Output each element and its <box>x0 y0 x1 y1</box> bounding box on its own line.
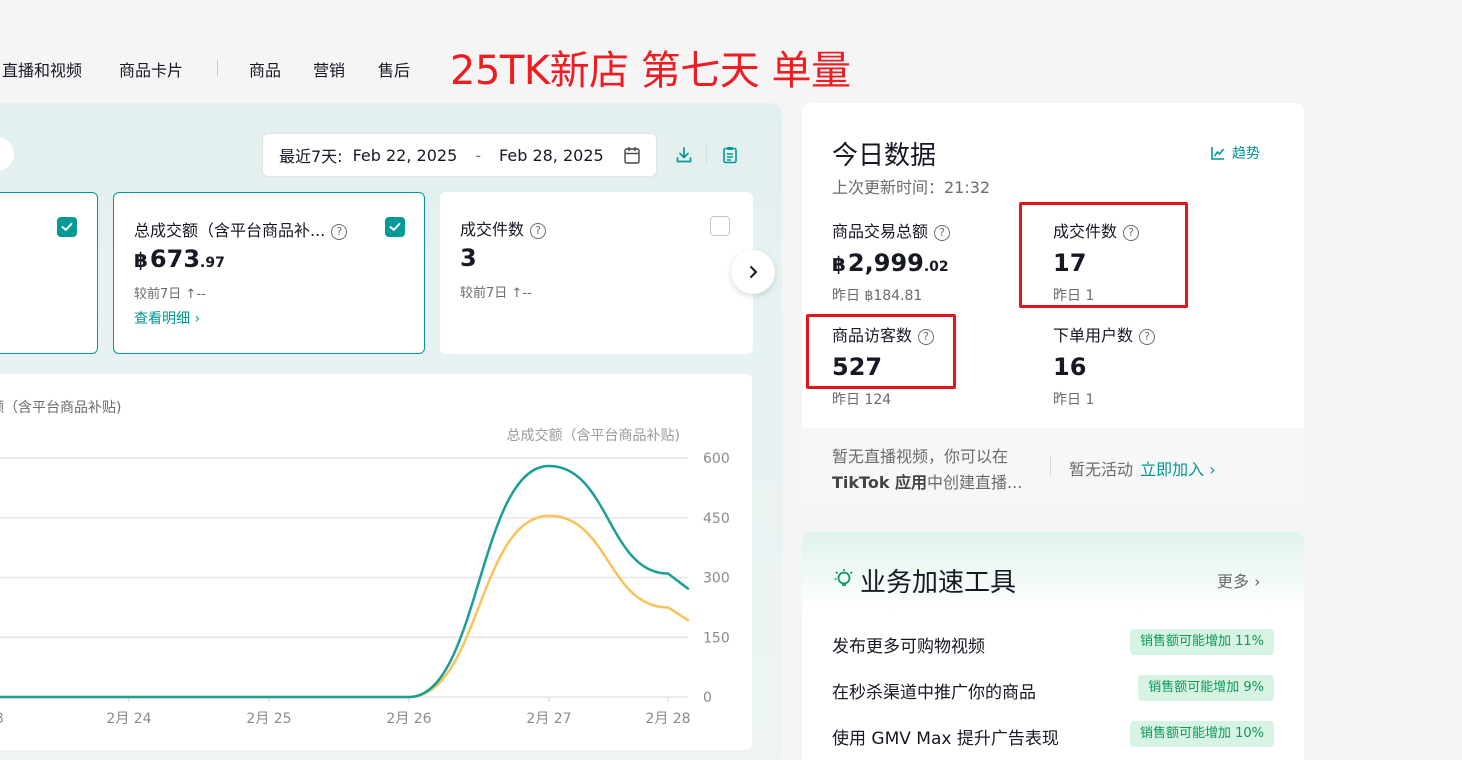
y-tick-label: 450 <box>703 511 730 527</box>
x-tick-label: 2月 25 <box>246 711 291 727</box>
today-title: 今日数据 <box>832 141 937 171</box>
nav-item-after-sales[interactable]: 售后 <box>378 57 410 81</box>
tool-label[interactable]: 发布更多可购物视频 <box>832 632 985 657</box>
uplift-badge: 销售额可能增加 11% <box>1129 629 1274 655</box>
metric-value: 3 <box>460 244 477 272</box>
kpi-yesterday: 昨日 ฿184.81 <box>832 288 923 304</box>
y-tick-label: 150 <box>703 630 730 646</box>
more-link[interactable]: 更多 › <box>1217 568 1261 592</box>
lightbulb-icon <box>834 569 853 586</box>
top-nav: 直播和视频 商品卡片 商品 营销 售后 25TK新店 第七天 单量 <box>0 0 1462 103</box>
highlight-box-visitors <box>806 314 956 389</box>
kpi-value: 16 <box>1053 353 1087 381</box>
nav-divider <box>217 60 218 76</box>
start-date: Feb 22, 2025 <box>352 145 458 165</box>
arrow-up-icon: ↑ <box>511 286 523 301</box>
tool-label[interactable]: 使用 GMV Max 提升广告表现 <box>832 724 1059 749</box>
metric-label: 成交件数? <box>460 216 547 240</box>
metric-card-items-sold[interactable]: 成交件数? 3 较前7日 ↑-- <box>440 192 753 354</box>
kpi-label: 商品交易总额? <box>832 218 951 242</box>
trend-chart-icon <box>1211 147 1225 160</box>
view-details-link[interactable]: 查看明细 › <box>134 308 200 328</box>
kpi-yesterday: 昨日 124 <box>832 392 892 408</box>
calendar-icon <box>624 147 640 164</box>
nav-item-products[interactable]: 商品 <box>249 57 281 81</box>
tool-label[interactable]: 在秒杀渠道中推广你的商品 <box>832 678 1036 703</box>
chevron-right-icon <box>750 266 757 278</box>
help-icon[interactable]: ? <box>530 223 547 239</box>
nav-item-live-video[interactable]: 直播和视频 <box>2 57 82 81</box>
help-icon[interactable]: ? <box>331 224 348 240</box>
no-live-message: 暂无直播视频，你可以在 TikTok 应用中创建直播... <box>832 447 1023 492</box>
today-data-card: 今日数据 上次更新时间：21:32 趋势 商品交易总额? ฿2,999.02 昨… <box>802 103 1304 506</box>
download-icon[interactable] <box>675 146 693 164</box>
trend-link[interactable]: 趋势 <box>1210 143 1260 163</box>
report-icon[interactable] <box>721 146 739 164</box>
x-tick-label: 2月 28 <box>645 711 690 727</box>
y-axis-label: 总成交额（含平台商品补贴) <box>507 427 680 444</box>
today-footer: 暂无直播视频，你可以在 TikTok 应用中创建直播... 暂无活动 立即加入 › <box>802 428 1304 506</box>
date-range-picker[interactable]: 最近7天: Feb 22, 2025 - Feb 28, 2025 <box>262 133 657 177</box>
date-range-prefix: 最近7天: <box>279 147 343 166</box>
x-tick-label: 2月 26 <box>386 711 431 727</box>
growth-tools-card: 业务加速工具 更多 › 发布更多可购物视频 销售额可能增加 11% 在秒杀渠道中… <box>802 532 1304 760</box>
help-icon[interactable]: ? <box>1139 329 1156 345</box>
check-icon <box>389 222 401 231</box>
y-tick-label: 300 <box>703 571 730 587</box>
end-date: Feb 28, 2025 <box>499 145 604 165</box>
kpi-label: 下单用户数? <box>1053 322 1156 346</box>
x-tick-label: 2月 24 <box>106 711 151 727</box>
metric-compare: 较前7日 ↑-- <box>460 286 532 301</box>
metric-card-partial[interactable] <box>0 192 98 354</box>
y-tick-label: 0 <box>703 690 712 706</box>
series-line <box>0 464 690 699</box>
series-line <box>0 514 690 699</box>
footer-divider <box>1050 456 1051 476</box>
check-icon <box>61 222 73 231</box>
metric-value: ฿673.97 <box>134 245 225 273</box>
next-cards-button[interactable] <box>731 250 775 294</box>
last-updated: 上次更新时间：21:32 <box>832 178 991 197</box>
date-separator: - <box>475 145 482 165</box>
metric-card-gmv[interactable]: 总成交额（含平台商品补...? ฿673.97 较前7日 ↑-- 查看明细 › <box>113 192 425 354</box>
kpi-value: ฿2,999.02 <box>832 249 949 277</box>
nav-item-product-card[interactable]: 商品卡片 <box>119 57 183 81</box>
uplift-badge: 销售额可能增加 9% <box>1138 675 1274 701</box>
activity-status: 暂无活动 立即加入 › <box>1069 460 1216 479</box>
card-checkbox[interactable] <box>385 217 405 237</box>
x-tick-label: 23 <box>0 711 4 727</box>
arrow-up-icon: ↑ <box>185 287 197 302</box>
nav-item-marketing[interactable]: 营销 <box>313 57 345 81</box>
card-checkbox[interactable] <box>710 216 730 236</box>
growth-tools-title: 业务加速工具 <box>860 568 1017 598</box>
y-tick-label: 600 <box>703 451 730 467</box>
metric-label: 总成交额（含平台商品补...? <box>134 217 348 241</box>
card-checkbox[interactable] <box>57 217 77 237</box>
metric-compare: 较前7日 ↑-- <box>134 287 206 302</box>
overlay-title: 25TK新店 第七天 单量 <box>450 48 851 94</box>
uplift-badge: 销售额可能增加 10% <box>1129 721 1274 747</box>
help-icon[interactable]: ? <box>934 225 951 241</box>
highlight-box-items-sold <box>1019 202 1188 308</box>
gmv-line-chart: 600 450 300 150 0 总成交额（含平台商品补贴) 23 2月 24 2月 25 2月… <box>0 427 730 727</box>
x-tick-label: 2月 27 <box>526 711 571 727</box>
join-now-link[interactable]: 立即加入 › <box>1140 460 1216 479</box>
toolbar-divider <box>706 146 707 164</box>
kpi-yesterday: 昨日 1 <box>1053 392 1095 408</box>
